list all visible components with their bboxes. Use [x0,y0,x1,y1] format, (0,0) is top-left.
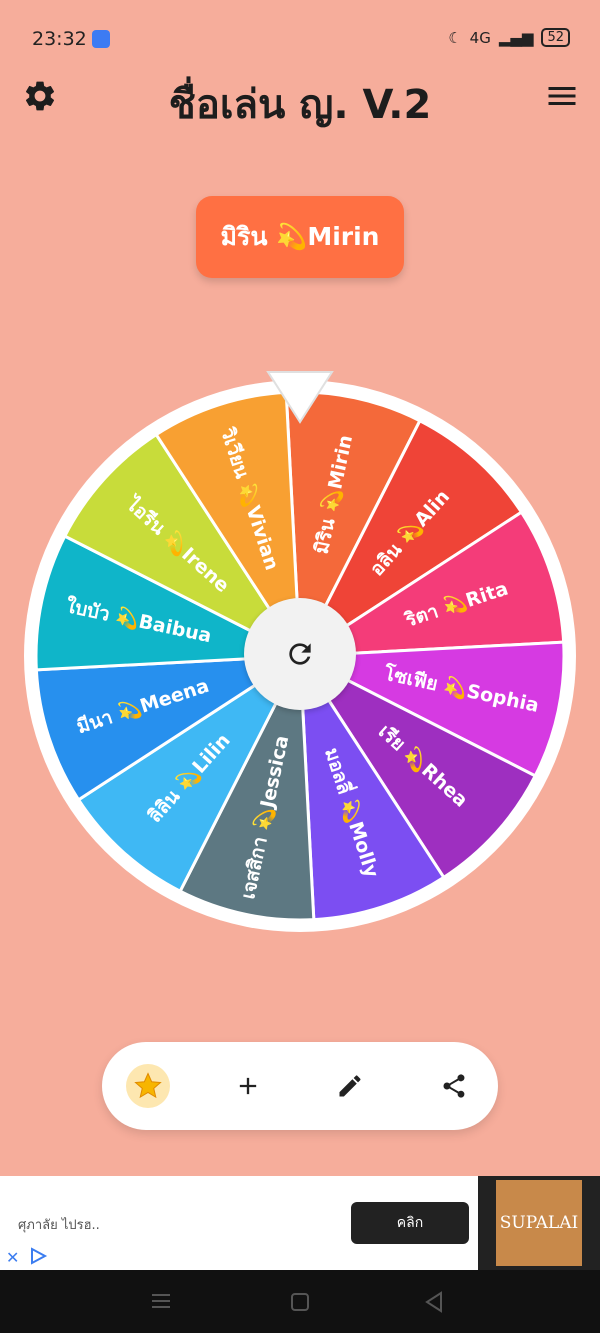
system-nav-bar [0,1270,600,1333]
spin-button[interactable] [244,598,356,710]
bottom-toolbar [102,1042,498,1130]
menu-button[interactable] [544,78,580,114]
back-icon[interactable] [424,1291,444,1313]
network-indicator: 4G [469,28,491,47]
plus-icon [239,1077,257,1095]
status-bar: 23:32 ☾ 4G ▂▄▆ 52 [0,0,600,78]
app-notification-icon [92,30,110,48]
share-button[interactable] [432,1064,476,1108]
ad-close-icon[interactable]: ✕ [6,1248,19,1267]
moon-icon: ☾ [448,28,462,47]
ad-brand: SUPALAI [496,1180,582,1266]
refresh-icon [289,643,311,665]
favorite-button[interactable] [126,1064,170,1108]
wheel-pointer-icon [266,371,334,424]
recents-icon[interactable] [150,1292,172,1310]
status-time: 23:32 [32,28,87,50]
battery-indicator: 52 [541,28,570,47]
ad-text: ศุภาลัย ไปรฮ.. [18,1218,100,1233]
signal-icon: ▂▄▆ [498,28,534,47]
pencil-icon [339,1075,361,1097]
hamburger-menu-icon [548,87,576,105]
ad-banner[interactable]: ศุภาลัย ไปรฮ.. คลิก SUPALAI ✕ [0,1176,600,1270]
selected-result: มิริน 💫Mirin [196,196,404,278]
star-icon [134,1072,162,1099]
ad-cta-button[interactable]: คลิก [351,1202,469,1244]
page-title: ชื่อเล่น ญ. V.2 [168,82,432,128]
add-button[interactable] [226,1064,270,1108]
share-icon [443,1074,465,1098]
status-indicators: ☾ 4G ▂▄▆ 52 [448,28,570,47]
edit-button[interactable] [328,1064,372,1108]
ad-choices-icon[interactable] [28,1246,48,1266]
app-header: ชื่อเล่น ญ. V.2 [0,70,600,128]
home-icon[interactable] [290,1292,310,1312]
ad-logo[interactable]: SUPALAI [478,1176,600,1270]
